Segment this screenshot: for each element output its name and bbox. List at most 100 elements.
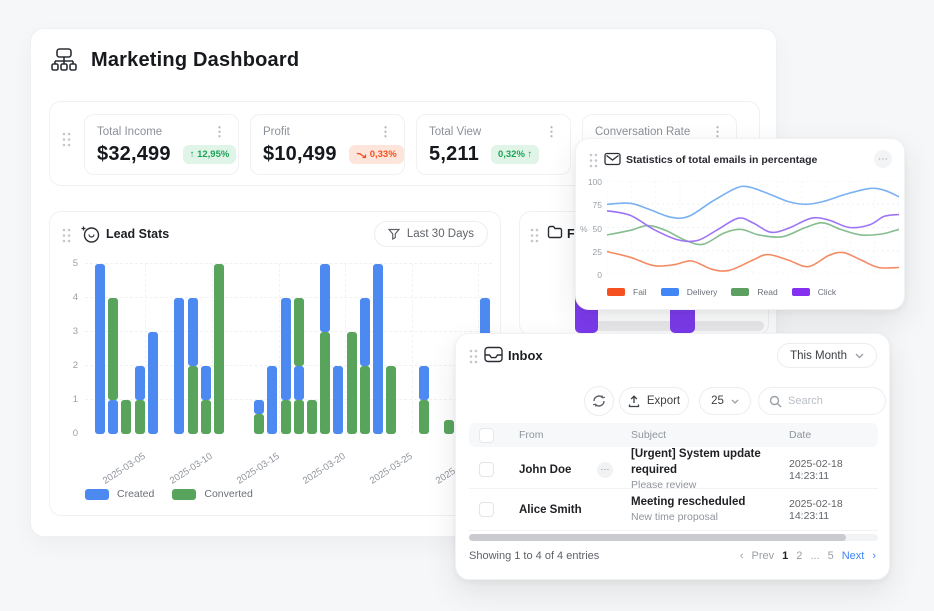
x-axis-tick: 2025-03-15 [235, 451, 282, 487]
legend-label: Created [117, 488, 154, 500]
row-menu-button[interactable]: ⋯ [597, 462, 613, 478]
lead-stats-title: Lead Stats [106, 227, 169, 241]
y-axis-tick: 75 [584, 200, 602, 210]
y-axis-tick: 4 [60, 292, 78, 303]
stat-card-title: Conversation Rate [595, 126, 690, 138]
page-size-select[interactable]: 25 [699, 387, 751, 415]
legend-item-fail[interactable]: Fail [607, 287, 647, 297]
x-axis-tick: 2025-03-05 [101, 451, 148, 487]
page-size-value: 25 [711, 395, 724, 407]
gridline [279, 264, 280, 434]
kebab-menu-icon[interactable]: ⋮ [711, 125, 724, 138]
export-icon [628, 395, 640, 408]
stat-card-top: Total Income⋮ [97, 125, 226, 138]
bar-segment-created [320, 264, 330, 332]
horizontal-scrollbar-track[interactable] [469, 534, 878, 541]
stat-card-value-row: $10,4990,33% [263, 143, 392, 166]
prev-chevron-icon[interactable]: ‹ [740, 550, 744, 562]
date-cell: 2025-02-18 14:23:11 [763, 498, 878, 522]
dashboard-page: Marketing Dashboard Total Income⋮ $32,499… [0, 0, 934, 611]
envelope-icon [604, 152, 621, 166]
legend-item-click[interactable]: Click [792, 287, 836, 297]
drag-handle-icon[interactable] [589, 153, 598, 168]
bar-segment-converted [201, 400, 211, 434]
period-select-button[interactable]: This Month [777, 343, 877, 368]
stat-change-text: 0,33% [370, 149, 397, 160]
prev-button[interactable]: Prev [752, 550, 775, 562]
stat-change-badge: ↑ 12,95% [183, 145, 237, 164]
stat-card: Total Income⋮ $32,499↑ 12,95% [84, 114, 239, 175]
page-button[interactable]: 2 [796, 550, 802, 562]
bar-segment-created [333, 366, 343, 434]
bar-segment-converted [214, 264, 224, 434]
table-row[interactable]: Alice SmithMeeting rescheduledNew time p… [469, 489, 878, 531]
legend-item-converted[interactable]: Converted [172, 488, 252, 500]
lead-icon [80, 223, 101, 244]
stat-card-value-row: $32,499↑ 12,95% [97, 143, 226, 166]
gridline [85, 263, 492, 264]
legend-label: Read [757, 287, 777, 297]
date-filter-label: Last 30 Days [407, 228, 474, 240]
bar-segment-converted [108, 298, 118, 400]
stat-change-badge: 0,33% [349, 145, 404, 164]
bar-segment-converted [386, 366, 396, 434]
export-button[interactable]: Export [619, 387, 689, 415]
search-box [758, 387, 886, 415]
legend-swatch [607, 288, 625, 296]
table-row[interactable]: John Doe⋯[Urgent] System update required… [469, 447, 878, 489]
x-axis-tick: 2025-03-20 [301, 451, 348, 487]
next-button[interactable]: Next [842, 550, 865, 562]
email-chart-unit-label: % [580, 224, 588, 234]
legend-swatch [661, 288, 679, 296]
chevron-down-icon [855, 353, 864, 359]
legend-item-created[interactable]: Created [85, 488, 154, 500]
kebab-menu-icon[interactable]: ⋮ [379, 125, 392, 138]
subject-cell: Meeting rescheduledNew time proposal [623, 495, 763, 525]
refresh-button[interactable] [584, 386, 614, 416]
bar-segment-converted [121, 400, 131, 434]
select-all-checkbox[interactable] [479, 428, 494, 443]
drag-handle-icon[interactable] [530, 228, 539, 243]
drag-handle-icon[interactable] [62, 228, 71, 243]
y-axis-tick: 5 [60, 258, 78, 269]
x-axis-tick: 2025-03-25 [368, 451, 415, 487]
lead-chart-x-axis: 2025-03-05 2025-03-10 2025-03-15 2025-03-20… [85, 438, 492, 484]
panel-menu-button[interactable]: ⋯ [874, 150, 892, 168]
preview-text: Please review [631, 478, 763, 492]
page-button[interactable]: 1 [782, 550, 788, 562]
page-button[interactable]: 5 [828, 550, 834, 562]
date-filter-button[interactable]: Last 30 Days [374, 221, 488, 247]
refresh-icon [592, 394, 606, 408]
page-title: Marketing Dashboard [91, 49, 299, 72]
legend-item-read[interactable]: Read [731, 287, 777, 297]
horizontal-scrollbar-thumb[interactable] [469, 534, 846, 541]
y-axis-tick: 3 [60, 326, 78, 337]
row-checkbox[interactable] [479, 462, 494, 477]
drag-handle-icon[interactable] [62, 132, 71, 147]
bar-segment-created [419, 366, 429, 400]
kebab-menu-icon[interactable]: ⋮ [545, 125, 558, 138]
y-axis-tick: 100 [584, 177, 602, 187]
period-label: This Month [790, 350, 847, 362]
bar-segment-created [267, 366, 277, 434]
kebab-menu-icon[interactable]: ⋮ [213, 125, 226, 138]
bar-segment-created [188, 298, 198, 366]
stat-change-text: 0,32% ↑ [498, 149, 532, 160]
x-axis-tick: 2025-03-10 [168, 451, 215, 487]
bar-segment-created [108, 400, 118, 434]
bar-segment-converted [254, 414, 264, 434]
bar-segment-converted [135, 400, 145, 434]
gridline [412, 264, 413, 434]
drag-handle-icon[interactable] [469, 349, 478, 364]
bar-segment-converted [307, 400, 317, 434]
next-chevron-icon[interactable]: › [872, 550, 876, 562]
gridline [145, 264, 146, 434]
row-checkbox[interactable] [479, 502, 494, 517]
legend-item-delivery[interactable]: Delivery [661, 287, 718, 297]
search-input[interactable] [788, 395, 876, 407]
legend-label: Converted [204, 488, 252, 500]
bar-segment-converted [294, 298, 304, 366]
legend-label: Delivery [687, 287, 718, 297]
bar-segment-created [135, 366, 145, 400]
subject-text: [Urgent] System update required [631, 447, 763, 478]
